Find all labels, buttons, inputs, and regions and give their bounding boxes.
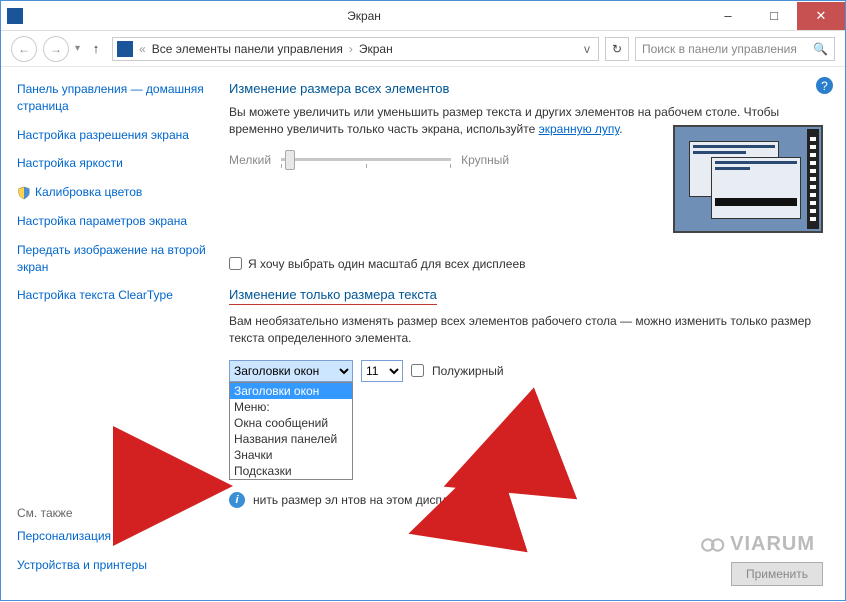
element-select[interactable]: Заголовки окон	[229, 360, 353, 382]
magnifier-link[interactable]: экранную лупу	[539, 122, 620, 136]
dropdown-option[interactable]: Подсказки	[230, 463, 352, 479]
element-dropdown-list[interactable]: Заголовки окон Меню: Окна сообщений Назв…	[229, 382, 353, 480]
desc-text-size: Вам необязательно изменять размер всех э…	[229, 313, 823, 348]
help-icon[interactable]: ?	[816, 77, 833, 94]
dropdown-option[interactable]: Меню:	[230, 399, 352, 415]
breadcrumb-item[interactable]: Экран	[359, 42, 393, 56]
window-title: Экран	[23, 9, 705, 23]
single-scale-label: Я хочу выбрать один масштаб для всех дис…	[248, 257, 526, 271]
breadcrumb-item[interactable]: Все элементы панели управления	[152, 42, 343, 56]
slider-label-small: Мелкий	[229, 153, 271, 167]
bold-checkbox[interactable]	[411, 364, 424, 377]
note-text: нить размер эл нтов на этом дисплее.	[253, 493, 466, 507]
location-icon	[117, 41, 133, 57]
heading-resize-all: Изменение размера всех элементов	[229, 81, 823, 96]
heading-text-size: Изменение только размера текста	[229, 287, 437, 305]
single-scale-checkbox[interactable]	[229, 257, 242, 270]
sidebar-footer: См. также Персонализация Устройства и пр…	[17, 506, 207, 586]
watermark: VIARUM	[698, 533, 815, 556]
sidebar-link-calibrate[interactable]: Калибровка цветов	[35, 184, 142, 201]
watermark-logo-icon	[698, 536, 726, 554]
sidebar-link-home[interactable]: Панель управления — домашняя страница	[17, 81, 207, 115]
address-bar[interactable]: « Все элементы панели управления › Экран…	[112, 37, 599, 61]
text-size-controls: Заголовки окон 11 Полужирный Заголовки о…	[229, 360, 823, 382]
see-also-heading: См. также	[17, 506, 207, 520]
back-button[interactable]: ←	[11, 36, 37, 62]
single-scale-checkbox-row: Я хочу выбрать один масштаб для всех дис…	[229, 257, 823, 271]
dropdown-option[interactable]: Названия панелей	[230, 431, 352, 447]
address-dropdown-icon[interactable]: v	[580, 42, 594, 56]
see-also-devices[interactable]: Устройства и принтеры	[17, 557, 207, 574]
scale-slider[interactable]	[281, 158, 451, 161]
up-button[interactable]: ↑	[86, 39, 106, 59]
minimize-button[interactable]: –	[705, 2, 751, 30]
maximize-button[interactable]: □	[751, 2, 797, 30]
bold-label: Полужирный	[432, 364, 504, 378]
sidebar-link-brightness[interactable]: Настройка яркости	[17, 155, 207, 172]
see-also-personalization[interactable]: Персонализация	[17, 528, 207, 545]
info-icon: i	[229, 492, 245, 508]
chevron-right-icon: ›	[349, 42, 353, 56]
refresh-button[interactable]: ↻	[605, 37, 629, 61]
sidebar-link-cleartype[interactable]: Настройка текста ClearType	[17, 287, 207, 304]
sidebar-link-resolution[interactable]: Настройка разрешения экрана	[17, 127, 207, 144]
titlebar: Экран – □ ✕	[1, 1, 845, 31]
shield-icon	[17, 186, 31, 200]
navbar: ← → ▾ ↑ « Все элементы панели управления…	[1, 31, 845, 67]
display-preview	[673, 125, 823, 233]
dropdown-option[interactable]: Заголовки окон	[230, 383, 352, 399]
dropdown-option[interactable]: Значки	[230, 447, 352, 463]
content-area: Панель управления — домашняя страница На…	[1, 67, 845, 600]
apply-button[interactable]: Применить	[731, 562, 823, 586]
main-panel: ? Изменение размера всех элементов Вы мо…	[217, 67, 845, 600]
search-icon: 🔍	[813, 42, 828, 56]
app-icon	[7, 8, 23, 24]
close-button[interactable]: ✕	[797, 2, 845, 30]
recent-dropdown-icon[interactable]: ▾	[75, 43, 80, 54]
chevron-icon: «	[139, 42, 146, 56]
slider-label-large: Крупный	[461, 153, 509, 167]
search-placeholder: Поиск в панели управления	[642, 42, 797, 56]
sidebar: Панель управления — домашняя страница На…	[1, 67, 217, 600]
display-note: i нить размер эл нтов на этом дисплее.	[229, 492, 823, 508]
search-input[interactable]: Поиск в панели управления 🔍	[635, 37, 835, 61]
font-size-select[interactable]: 11	[361, 360, 403, 382]
forward-button[interactable]: →	[43, 36, 69, 62]
dropdown-option[interactable]: Окна сообщений	[230, 415, 352, 431]
sidebar-link-params[interactable]: Настройка параметров экрана	[17, 213, 207, 230]
sidebar-link-project[interactable]: Передать изображение на второй экран	[17, 242, 207, 276]
